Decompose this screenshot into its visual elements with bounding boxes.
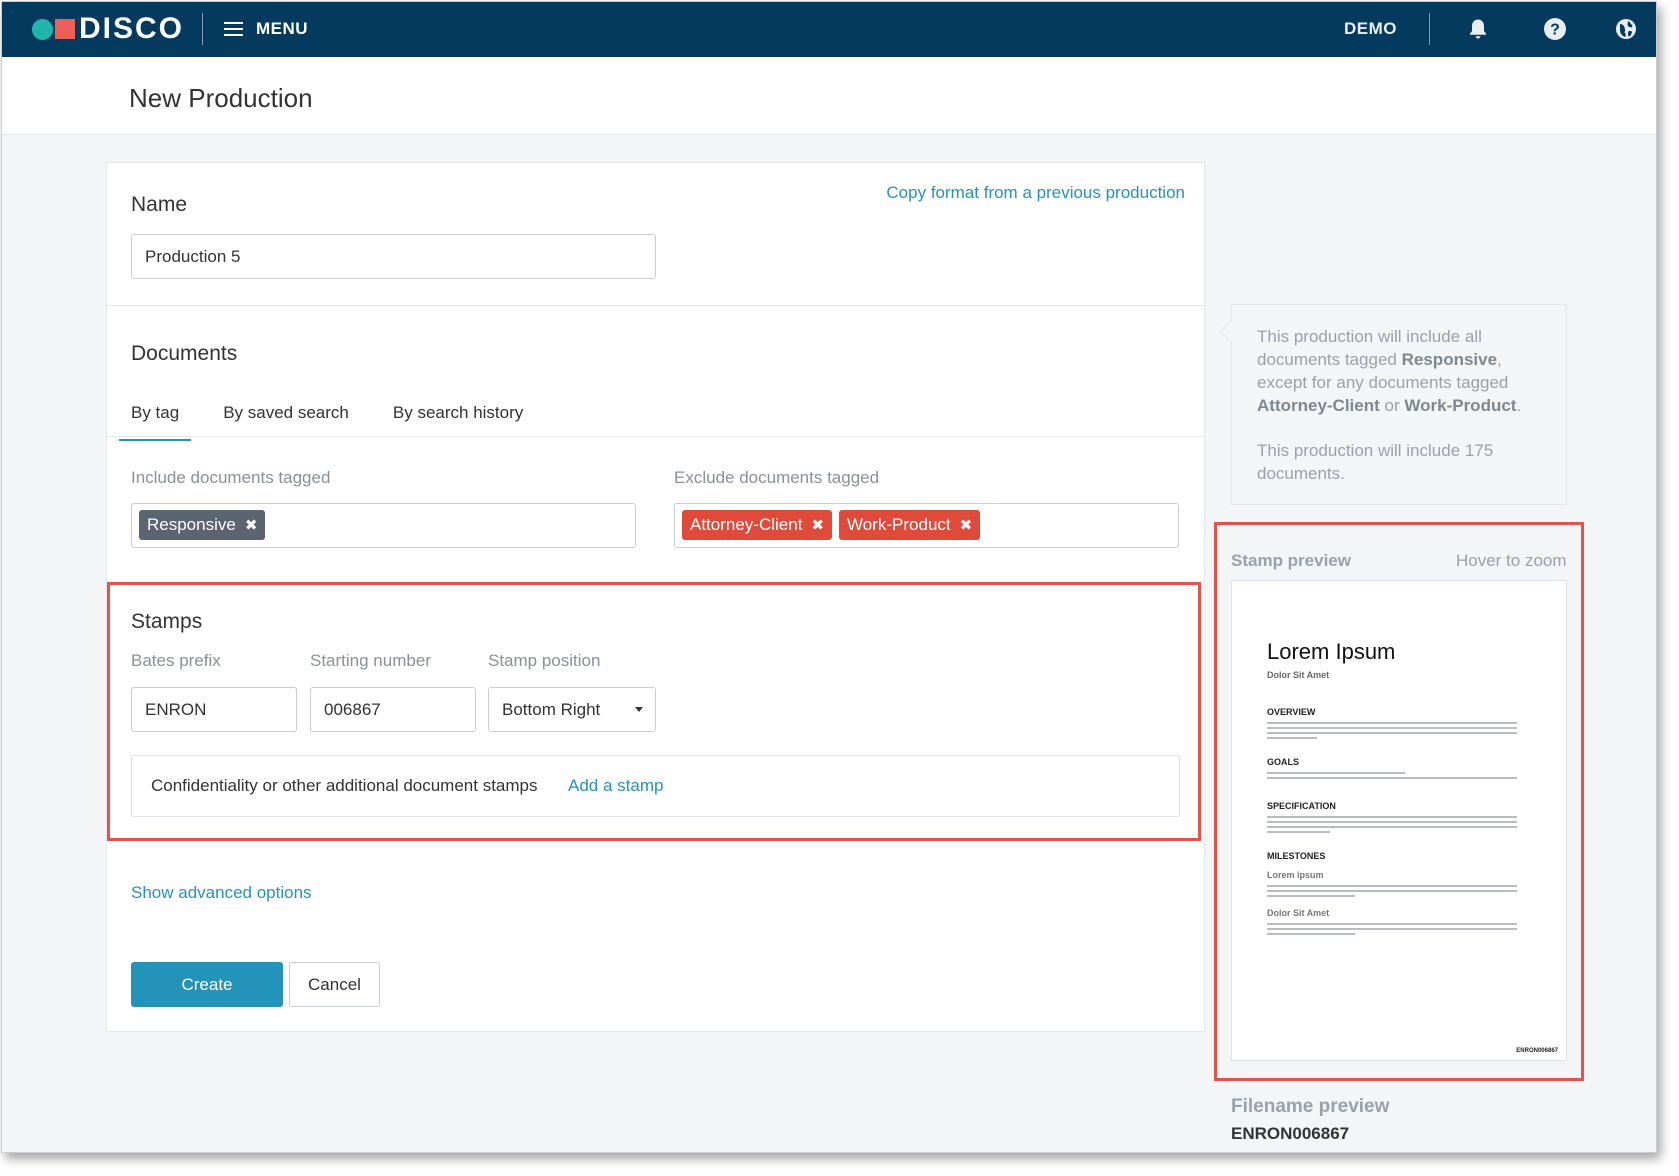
summary-count-text: This production will include 175 documen…: [1257, 441, 1494, 483]
logo-dot-icon: [32, 18, 53, 40]
include-tags-label: Include documents tagged: [131, 468, 331, 487]
documents-tabs: By tag By saved search By search history: [119, 399, 555, 441]
exclude-tags-label: Exclude documents tagged: [674, 468, 880, 487]
globe-icon[interactable]: [1614, 17, 1638, 41]
menu-button[interactable]: MENU: [224, 16, 308, 42]
summary-tags-text: This production will include all documen…: [1257, 327, 1522, 415]
hover-to-zoom-hint: Hover to zoom: [1456, 551, 1567, 570]
tag-label: Work-Product: [847, 515, 951, 534]
top-nav-bar: DISCO MENU DEMO ?: [2, 2, 1656, 57]
name-heading: Name: [131, 193, 188, 216]
user-label[interactable]: DEMO: [1344, 19, 1397, 39]
page-header: New Production: [2, 57, 1656, 135]
menu-label: MENU: [256, 19, 309, 38]
tab-by-search-history[interactable]: By search history: [381, 399, 535, 441]
section-divider: [107, 305, 1204, 306]
page-title: New Production: [129, 83, 313, 113]
production-summary: This production will include all documen…: [1219, 304, 1567, 505]
preview-subheading: Dolor Sit Amet: [1267, 908, 1330, 918]
tag-label: Attorney-Client: [690, 515, 803, 534]
logo-square-icon: [55, 19, 75, 39]
preview-text-lines: [1267, 816, 1517, 836]
preview-subheading: Lorem ipsum: [1267, 870, 1324, 880]
filename-preview-label: Filename preview: [1231, 1096, 1390, 1117]
exclude-tags-field[interactable]: Attorney-Client ✖ Work-Product ✖: [674, 503, 1179, 548]
exclude-tag: Attorney-Client ✖: [682, 510, 833, 540]
preview-text-lines: [1267, 885, 1517, 900]
tag-label: Responsive: [147, 515, 236, 534]
remove-tag-icon[interactable]: ✖: [811, 516, 824, 534]
preview-heading-goals: GOALS: [1267, 757, 1300, 767]
documents-heading: Documents: [131, 342, 238, 365]
stamp-preview-page[interactable]: Lorem Ipsum Dolor Sit Amet OVERVIEW GOAL…: [1231, 580, 1567, 1061]
nav-divider: [202, 13, 203, 45]
stamps-highlight-frame: [107, 582, 1201, 841]
app-window: DISCO MENU DEMO ? New Production Name Co: [1, 1, 1657, 1153]
include-tags-field[interactable]: Responsive ✖: [131, 503, 636, 548]
production-name-input[interactable]: Production 5: [131, 234, 656, 279]
preview-bates-stamp: ENRON006867: [1516, 1048, 1558, 1054]
preview-text-lines: [1267, 772, 1517, 782]
help-icon[interactable]: ?: [1543, 17, 1567, 41]
remove-tag-icon[interactable]: ✖: [960, 516, 973, 534]
preview-text-lines: [1267, 722, 1517, 742]
summary-pointer: [1219, 319, 1243, 343]
tab-by-saved-search[interactable]: By saved search: [211, 399, 361, 441]
create-button[interactable]: Create: [131, 962, 283, 1007]
remove-tag-icon[interactable]: ✖: [245, 516, 258, 534]
tab-by-tag[interactable]: By tag: [119, 399, 192, 441]
svg-text:?: ?: [1550, 22, 1560, 39]
preview-text-lines: [1267, 923, 1517, 938]
include-tag: Responsive ✖: [139, 510, 266, 540]
stamp-preview-label: Stamp preview: [1231, 551, 1351, 570]
preview-heading-milestones: MILESTONES: [1267, 851, 1326, 861]
filename-preview-value: ENRON006867: [1231, 1124, 1350, 1143]
disco-logo[interactable]: DISCO: [32, 14, 184, 44]
hamburger-icon: [224, 22, 243, 36]
logo-text: DISCO: [79, 12, 185, 45]
preview-heading-specification: SPECIFICATION: [1267, 801, 1336, 811]
bell-icon[interactable]: [1466, 17, 1490, 41]
preview-heading-overview: OVERVIEW: [1267, 707, 1316, 717]
tabs-divider: [107, 436, 1204, 437]
preview-doc-title: Lorem Ipsum: [1267, 639, 1396, 664]
cancel-button[interactable]: Cancel: [289, 962, 380, 1007]
show-advanced-options-link[interactable]: Show advanced options: [131, 883, 312, 903]
preview-doc-subtitle: Dolor Sit Amet: [1267, 670, 1330, 680]
nav-divider: [1429, 13, 1430, 45]
copy-format-link[interactable]: Copy format from a previous production: [886, 183, 1185, 203]
exclude-tag: Work-Product ✖: [839, 510, 981, 540]
